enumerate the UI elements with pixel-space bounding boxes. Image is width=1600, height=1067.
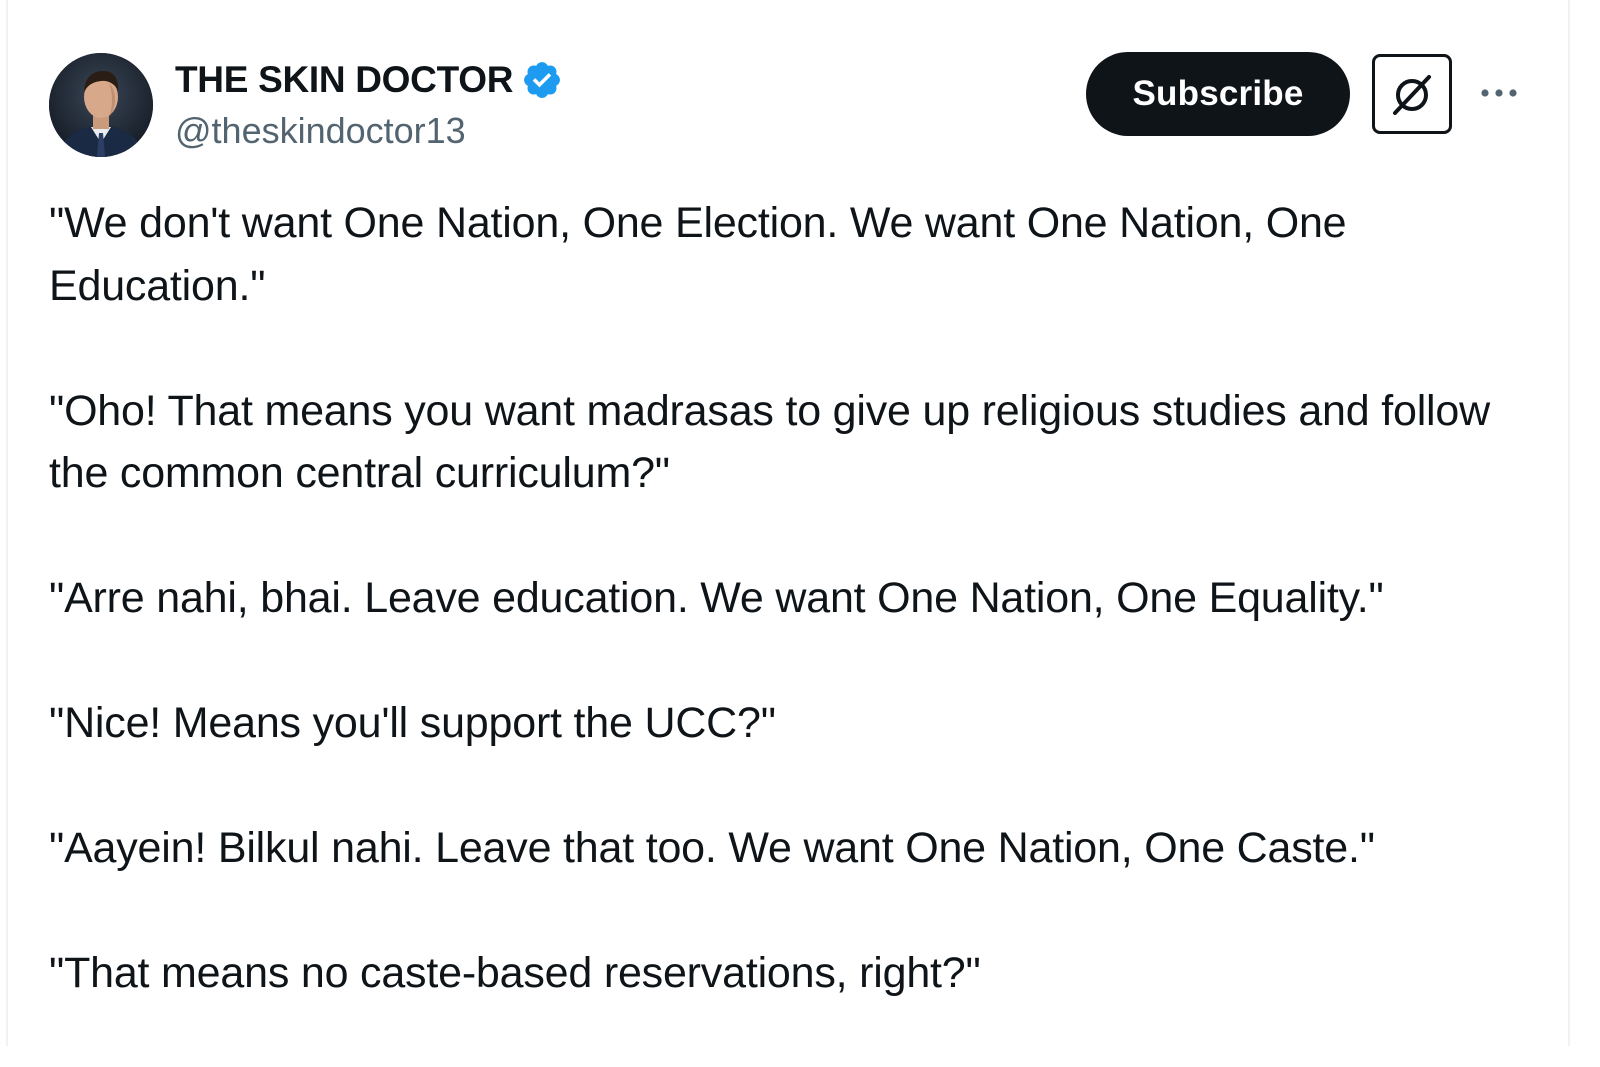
tweet-paragraph: "That means no caste-based reservations,… bbox=[49, 949, 981, 997]
display-name-row: THE SKIN DOCTOR bbox=[175, 56, 563, 104]
author-handle[interactable]: @theskindoctor13 bbox=[175, 110, 563, 152]
tweet-header: THE SKIN DOCTOR @theskindoctor13 Subscri… bbox=[49, 52, 1549, 160]
tweet: THE SKIN DOCTOR @theskindoctor13 Subscri… bbox=[49, 52, 1549, 997]
grok-icon bbox=[1393, 75, 1431, 115]
tweet-paragraph: "We don't want One Nation, One Election.… bbox=[49, 199, 1347, 310]
timeline-border-right bbox=[1568, 0, 1570, 1046]
tweet-paragraph: "Nice! Means you'll support the UCC?" bbox=[49, 699, 776, 747]
more-options-button[interactable] bbox=[1475, 72, 1523, 114]
display-name[interactable]: THE SKIN DOCTOR bbox=[175, 59, 513, 101]
tweet-paragraph: "Aayein! Bilkul nahi. Leave that too. We… bbox=[49, 824, 1375, 872]
tweet-text: "We don't want One Nation, One Election.… bbox=[49, 192, 1529, 1067]
grok-button[interactable] bbox=[1372, 54, 1452, 134]
more-options-icon bbox=[1481, 89, 1517, 97]
verified-badge-icon[interactable] bbox=[521, 59, 563, 101]
subscribe-button[interactable]: Subscribe bbox=[1086, 52, 1350, 136]
timeline-border-left bbox=[6, 0, 8, 1046]
tweet-paragraph: "Arre nahi, bhai. Leave education. We wa… bbox=[49, 574, 1384, 622]
author-info: THE SKIN DOCTOR @theskindoctor13 bbox=[175, 56, 563, 152]
profile-photo-icon bbox=[49, 53, 153, 157]
avatar[interactable] bbox=[49, 53, 153, 157]
tweet-paragraph: "Oho! That means you want madrasas to gi… bbox=[49, 386, 1490, 498]
